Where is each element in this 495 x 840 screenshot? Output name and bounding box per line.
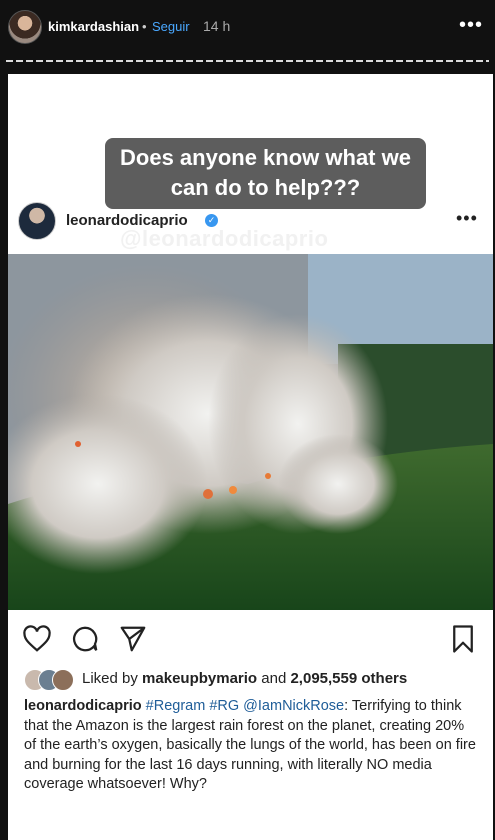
caption-username[interactable]: leonardodicaprio [24,698,142,714]
liked-prefix: Liked by [82,670,138,687]
ellipsis-icon[interactable]: ••• [459,14,483,37]
story-header: kimkardashian • Seguir 14 h ••• [0,0,495,56]
liked-and: and [261,670,287,687]
follow-button[interactable]: Seguir [152,19,190,34]
forest-fire-image [8,254,493,610]
liked-user-link[interactable]: makeupbymario [142,670,257,687]
likes-count[interactable]: 2,095,559 others [290,670,407,687]
share-icon[interactable] [118,624,148,654]
post-caption: leonardodicaprio #Regram #RG @IamNickRos… [24,697,476,795]
story-question-text: Does anyone know what we can do to help?… [105,138,426,209]
caption-tags[interactable]: #Regram #RG @IamNickRose [146,698,344,714]
liker-avatars [24,668,78,691]
story-progress-bar [6,60,489,62]
post-ellipsis-icon: ••• [456,208,478,228]
likes-summary: Liked by makeupbymario and 2,095,559 oth… [82,670,407,687]
story-avatar[interactable] [8,10,42,44]
heart-icon[interactable] [22,624,52,654]
username-watermark: @leonardodicaprio [120,226,329,251]
story-time: 14 h [203,18,231,34]
separator-dot: • [142,19,147,34]
liker-avatar [52,669,74,691]
post-photo [8,254,493,610]
comment-icon[interactable] [70,624,100,654]
story-username[interactable]: kimkardashian [48,19,139,34]
bookmark-icon[interactable] [448,624,478,654]
post-avatar [18,202,56,240]
